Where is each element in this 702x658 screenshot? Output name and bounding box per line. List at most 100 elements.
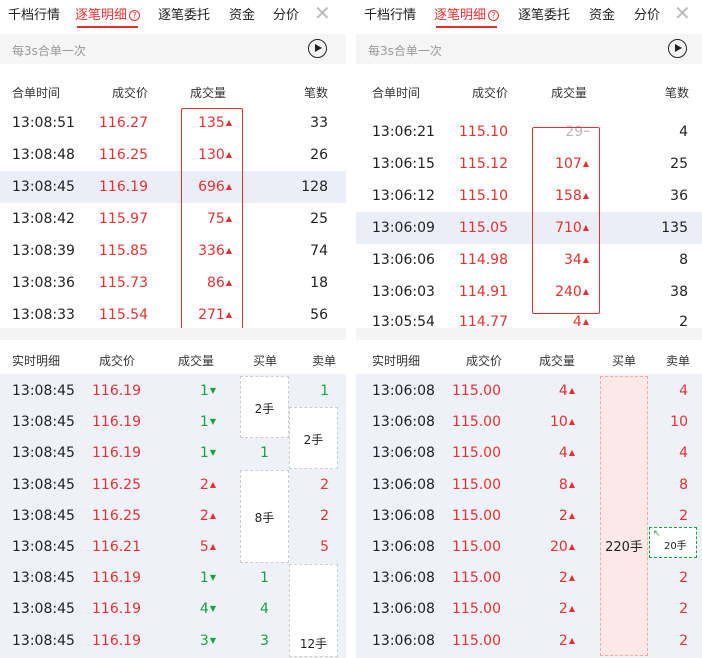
volume-value: 2▲ bbox=[199, 507, 216, 524]
col-sell: 卖单 bbox=[312, 354, 337, 368]
count-value: 33 bbox=[310, 115, 328, 131]
col-volume: 成交量 bbox=[551, 86, 588, 100]
down-arrow-icon: ▼ bbox=[209, 386, 216, 395]
tab-quote-depth[interactable]: 千档行情 bbox=[8, 4, 60, 23]
col-merge-time: 合单时间 bbox=[12, 86, 61, 100]
table-row[interactable]: 13:08:45 116.19 1▼ 1 bbox=[0, 437, 346, 469]
table-row[interactable]: 13:06:21 115.10 29━ 4 bbox=[356, 116, 702, 148]
col-volume: 成交量 bbox=[539, 354, 576, 368]
col-buy: 买单 bbox=[253, 354, 278, 368]
table-row[interactable]: 13:08:45 116.25 2▲ 2 bbox=[0, 469, 346, 501]
count-value: 74 bbox=[310, 243, 328, 259]
table-row[interactable]: 13:08:45 116.19 1▼ 1 bbox=[0, 562, 346, 594]
volume-value: 3▼ bbox=[199, 632, 216, 649]
price-value: 115.00 bbox=[452, 476, 501, 493]
col-count: 笔数 bbox=[665, 86, 690, 100]
volume-value: 2▲ bbox=[558, 601, 575, 618]
help-icon[interactable]: ? bbox=[488, 10, 500, 21]
table-row[interactable]: 13:06:08 115.00 10▲ 10 bbox=[356, 406, 702, 438]
table-row[interactable]: 13:06:08 115.00 20▲ bbox=[356, 531, 702, 563]
sell-value: 1 bbox=[320, 383, 329, 399]
table-row[interactable]: 13:06:06 114.98 34▲ 8 bbox=[356, 244, 702, 276]
price-value: 114.91 bbox=[459, 284, 508, 300]
table-row[interactable]: 13:06:08 115.00 2▲ 2 bbox=[356, 562, 702, 594]
play-icon[interactable] bbox=[308, 39, 327, 58]
time-value: 13:08:33 bbox=[12, 307, 75, 323]
table-row[interactable]: 13:06:12 115.10 158▲ 36 bbox=[356, 180, 702, 212]
price-value: 115.10 bbox=[459, 188, 508, 204]
count-value: 25 bbox=[310, 211, 328, 227]
tab-tick-detail[interactable]: 逐笔明细? bbox=[75, 4, 141, 28]
table-row[interactable]: 13:06:09 115.05 710▲ 135 bbox=[356, 212, 702, 244]
tab-capital[interactable]: 资金 bbox=[229, 4, 255, 23]
table-row[interactable]: 13:08:45 116.25 2▲ 2 bbox=[0, 500, 346, 532]
close-icon[interactable]: ✕ bbox=[314, 3, 331, 23]
time-value: 13:06:08 bbox=[372, 601, 435, 618]
volume-value: 4▼ bbox=[199, 601, 216, 618]
price-value: 116.19 bbox=[92, 632, 141, 649]
buy-value: 1 bbox=[260, 570, 269, 587]
table-row[interactable]: 13:08:33 115.54 271▲ 56 bbox=[0, 299, 346, 331]
merge-interval-text: 每3s合单一次 bbox=[12, 44, 86, 58]
table-row[interactable]: 13:08:42 115.97 75▲ 25 bbox=[0, 203, 346, 235]
buy-value: 4 bbox=[260, 601, 269, 618]
tab-order-detail[interactable]: 逐笔委托 bbox=[158, 4, 210, 23]
count-value: 26 bbox=[310, 147, 328, 163]
time-value: 13:08:51 bbox=[12, 115, 75, 131]
table-row[interactable]: 13:05:54 114.77 4▲ 2 bbox=[356, 308, 702, 328]
table-row[interactable]: 13:08:51 116.27 135▲ 33 bbox=[0, 107, 346, 139]
table-row[interactable]: 13:06:08 115.00 8▲ 8 bbox=[356, 469, 702, 501]
down-arrow-icon: ▼ bbox=[209, 417, 216, 427]
price-value: 115.05 bbox=[459, 220, 508, 236]
volume-value: 1▼ bbox=[199, 383, 216, 399]
tab-tick-detail[interactable]: 逐笔明细? bbox=[434, 4, 500, 28]
merge-interval-text: 每3s合单一次 bbox=[368, 44, 442, 58]
table-row[interactable]: 13:08:39 115.85 336▲ 74 bbox=[0, 235, 346, 267]
table-row[interactable]: 13:06:08 115.00 2▲ 2 bbox=[356, 500, 702, 532]
time-value: 13:06:03 bbox=[372, 284, 435, 300]
volume-highlight-box bbox=[181, 108, 243, 329]
up-arrow-icon: ▲ bbox=[568, 448, 575, 458]
table-row[interactable]: 13:08:48 116.25 130▲ 26 bbox=[0, 139, 346, 171]
up-arrow-icon: ▲ bbox=[209, 510, 216, 520]
table-row[interactable]: 13:08:36 115.73 86▲ 18 bbox=[0, 267, 346, 299]
section-divider bbox=[356, 328, 702, 340]
time-value: 13:06:09 bbox=[372, 220, 435, 236]
help-icon[interactable]: ? bbox=[129, 10, 141, 21]
table-row[interactable]: 13:06:03 114.91 240▲ 38 bbox=[356, 276, 702, 308]
price-value: 116.19 bbox=[92, 414, 141, 431]
sell-value: 4 bbox=[679, 383, 688, 399]
tab-price-distribution[interactable]: 分价 bbox=[634, 4, 660, 23]
play-icon[interactable] bbox=[668, 39, 687, 58]
table-row[interactable]: 13:06:08 115.00 4▲ 4 bbox=[356, 437, 702, 469]
tab-capital[interactable]: 资金 bbox=[589, 4, 615, 23]
time-value: 13:08:45 bbox=[12, 383, 75, 399]
tab-price-distribution[interactable]: 分价 bbox=[273, 4, 299, 23]
price-value: 115.00 bbox=[452, 507, 501, 524]
table-row[interactable]: 13:06:08 115.00 2▲ 2 bbox=[356, 625, 702, 657]
table-row[interactable]: 13:08:45 116.21 5▲ 5 bbox=[0, 531, 346, 563]
price-value: 116.25 bbox=[92, 507, 141, 524]
table-row[interactable]: 13:08:45 116.19 1▼ 1 bbox=[0, 375, 346, 407]
volume-value: 2▲ bbox=[558, 632, 575, 649]
table-row[interactable]: 13:08:45 116.19 4▼ 4 bbox=[0, 593, 346, 625]
price-value: 116.19 bbox=[99, 179, 148, 195]
table-row[interactable]: 13:08:45 116.19 1▼ bbox=[0, 406, 346, 438]
col-count: 笔数 bbox=[304, 86, 329, 100]
table-row[interactable]: 13:08:45 116.19 3▼ 3 bbox=[0, 625, 346, 657]
table-row[interactable]: 13:06:15 115.12 107▲ 25 bbox=[356, 148, 702, 180]
time-value: 13:06:15 bbox=[372, 156, 435, 172]
price-value: 116.25 bbox=[92, 476, 141, 493]
col-price: 成交价 bbox=[112, 86, 149, 100]
count-value: 36 bbox=[670, 188, 688, 204]
up-arrow-icon: ▲ bbox=[209, 479, 216, 489]
sell-value: 4 bbox=[679, 445, 688, 462]
table-row[interactable]: 13:08:45 116.19 696▲ 128 bbox=[0, 171, 346, 203]
count-value: 8 bbox=[679, 252, 688, 268]
tab-order-detail[interactable]: 逐笔委托 bbox=[518, 4, 570, 23]
table-row[interactable]: 13:06:08 115.00 4▲ 4 bbox=[356, 375, 702, 407]
up-arrow-icon: ▲ bbox=[568, 573, 575, 583]
table-row[interactable]: 13:06:08 115.00 2▲ 2 bbox=[356, 593, 702, 625]
close-icon[interactable]: ✕ bbox=[674, 3, 691, 23]
tab-quote-depth[interactable]: 千档行情 bbox=[364, 4, 416, 23]
